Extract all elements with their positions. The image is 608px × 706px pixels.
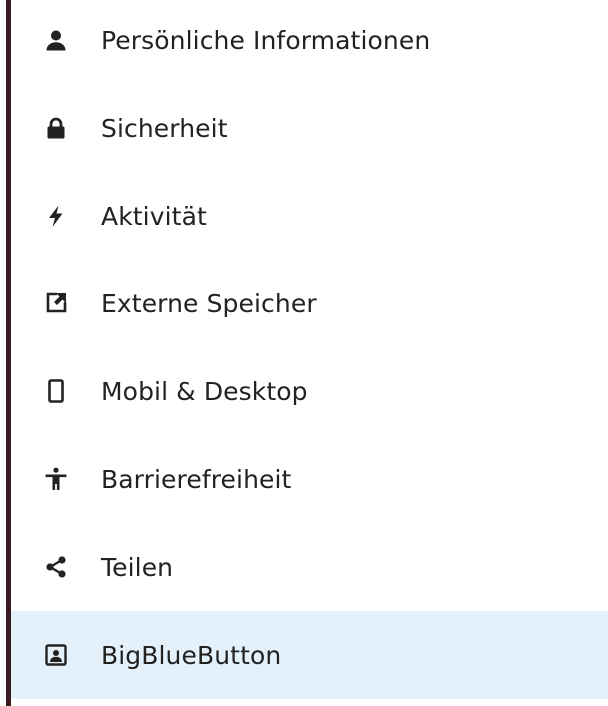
- sidebar-item-sharing[interactable]: Teilen: [11, 523, 608, 611]
- sidebar-item-bigbluebutton[interactable]: BigBlueButton: [11, 611, 608, 699]
- sidebar-item-label: Externe Speicher: [101, 288, 317, 318]
- sidebar-item-label: Sicherheit: [101, 113, 228, 143]
- sidebar-item-security[interactable]: Sicherheit: [11, 84, 608, 172]
- lightning-icon: [44, 204, 68, 228]
- presentation-user-icon: [44, 643, 68, 667]
- sidebar-item-activity[interactable]: Aktivität: [11, 172, 608, 260]
- sidebar-item-accessibility[interactable]: Barrierefreiheit: [11, 435, 608, 523]
- lock-icon: [44, 116, 68, 140]
- user-icon: [44, 28, 68, 52]
- accessibility-icon: [44, 467, 68, 491]
- sidebar-item-label: Mobil & Desktop: [101, 376, 308, 406]
- external-link-icon: [44, 291, 68, 315]
- sidebar-item-mobile-desktop[interactable]: Mobil & Desktop: [11, 347, 608, 435]
- sidebar-item-label: Aktivität: [101, 201, 207, 231]
- sidebar-item-external-storage[interactable]: Externe Speicher: [11, 259, 608, 347]
- share-icon: [44, 555, 68, 579]
- phone-icon: [44, 379, 68, 403]
- settings-sidebar: Persönliche Informationen Sicherheit Akt…: [11, 0, 608, 706]
- sidebar-item-label: Barrierefreiheit: [101, 464, 292, 494]
- sidebar-item-label: BigBlueButton: [101, 640, 282, 670]
- sidebar-item-label: Teilen: [101, 552, 174, 582]
- sidebar-item-personal-info[interactable]: Persönliche Informationen: [11, 0, 608, 84]
- sidebar-item-label: Persönliche Informationen: [101, 25, 431, 55]
